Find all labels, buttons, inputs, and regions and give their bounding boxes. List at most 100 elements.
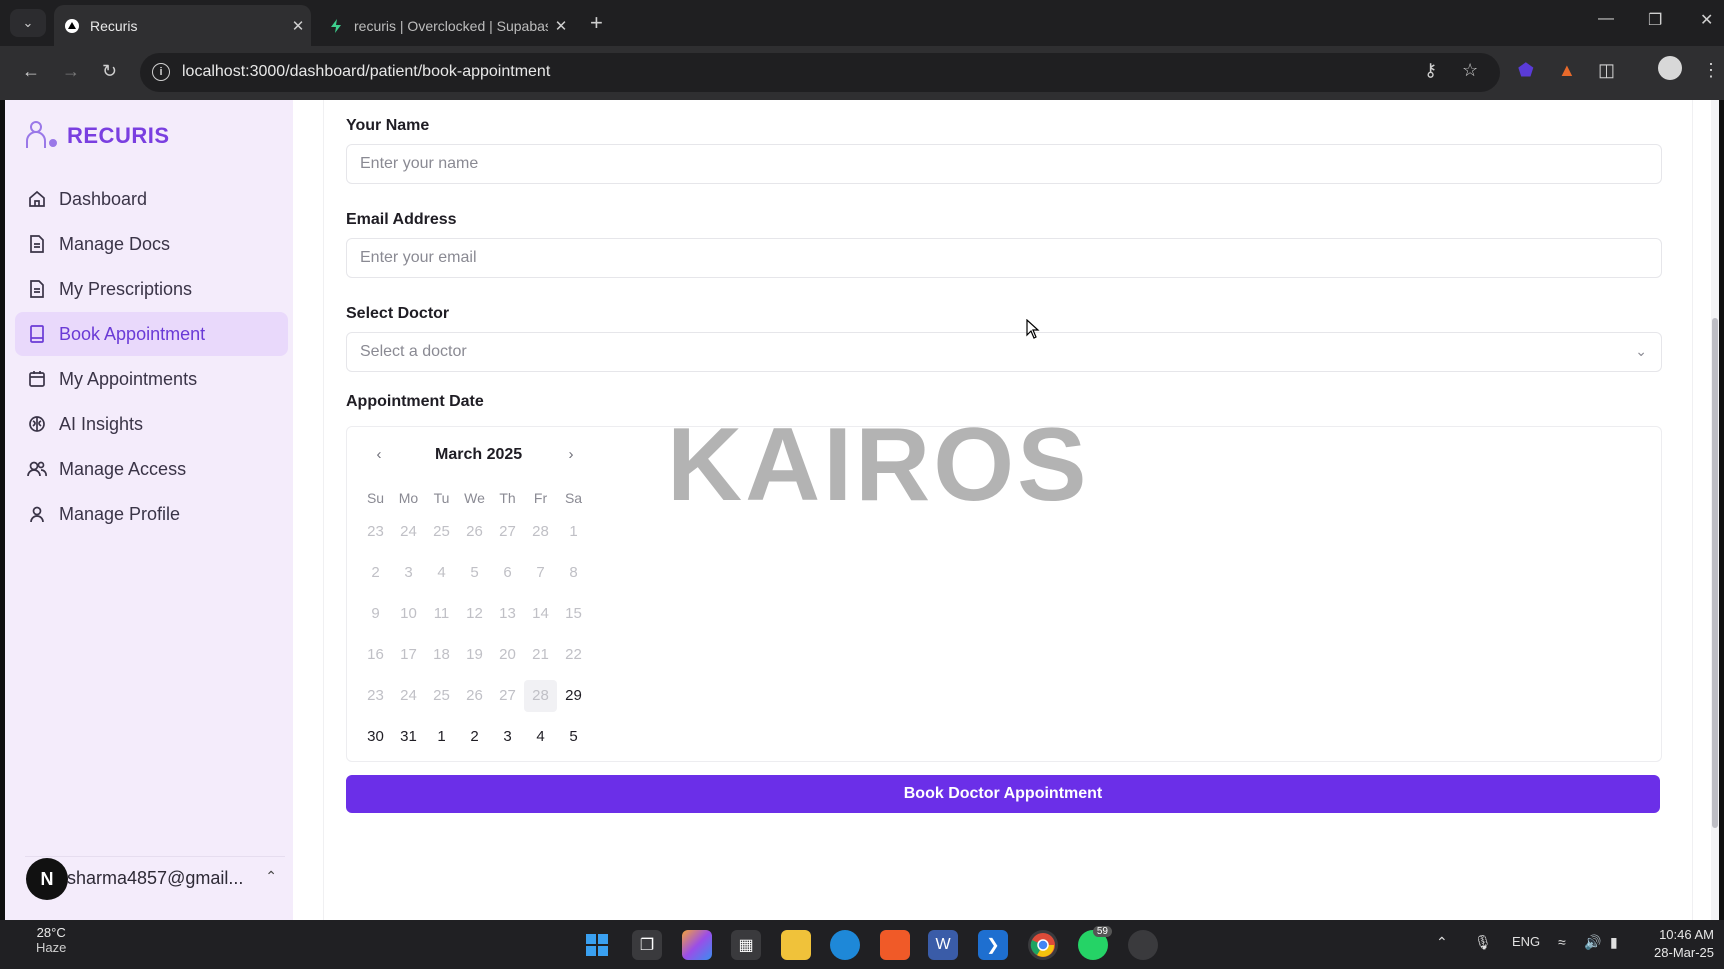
chatgpt-icon[interactable]: [1128, 930, 1158, 960]
restore-icon[interactable]: ❐: [1648, 10, 1662, 30]
profile-avatar-icon[interactable]: [1658, 56, 1682, 80]
scrollbar-thumb[interactable]: [1712, 318, 1718, 828]
volume-icon[interactable]: 🔊: [1584, 934, 1601, 951]
email-input[interactable]: Enter your email: [346, 238, 1662, 278]
chrome-icon[interactable]: [1028, 930, 1058, 960]
scrollbar[interactable]: [1711, 100, 1719, 920]
calendar-day: 4: [437, 564, 446, 581]
doctor-select[interactable]: Select a doctor ⌄: [346, 332, 1662, 372]
new-tab-icon[interactable]: +: [590, 12, 603, 34]
forward-arrow-icon[interactable]: →: [62, 62, 80, 80]
calendar-week-row: 16 17 18 19 20 21 22: [359, 634, 590, 675]
browser-menu-icon[interactable]: ⋮: [1702, 60, 1720, 81]
browser-tab-bar: ⌄ Recuris ✕ recuris | Overclocked | Supa…: [0, 0, 1724, 46]
calendar-day: 27: [499, 687, 516, 704]
brave-browser-icon[interactable]: [880, 930, 910, 960]
sidebar-item-ai-insights[interactable]: AI Insights: [15, 402, 288, 446]
show-hidden-icons-chevron-icon[interactable]: ⌃: [1436, 934, 1448, 951]
windows-start-icon[interactable]: [582, 930, 612, 960]
email-label: Email Address: [346, 211, 457, 228]
previous-month-icon[interactable]: ‹: [369, 445, 389, 465]
minimize-icon[interactable]: —: [1598, 10, 1614, 28]
extensions-puzzle-icon[interactable]: ◫: [1598, 60, 1615, 81]
calendar-day: 27: [499, 523, 516, 540]
close-tab-icon[interactable]: ✕: [548, 17, 574, 35]
sidebar-item-dashboard[interactable]: Dashboard: [15, 177, 288, 221]
task-view-icon[interactable]: ❐: [632, 930, 662, 960]
battery-icon[interactable]: ▮: [1610, 934, 1618, 951]
browser-tab-recuris[interactable]: Recuris ✕: [54, 5, 311, 46]
calendar-day: 7: [536, 564, 545, 581]
file-explorer-icon[interactable]: [781, 930, 811, 960]
name-input[interactable]: Enter your name: [346, 144, 1662, 184]
vscode-icon[interactable]: ❯: [978, 930, 1008, 960]
edge-browser-icon[interactable]: [830, 930, 860, 960]
address-bar[interactable]: i localhost:3000/dashboard/patient/book-…: [140, 53, 1500, 92]
doctor-label: Select Doctor: [346, 305, 450, 322]
wifi-icon[interactable]: ≈: [1558, 934, 1566, 950]
clock-date: 28-Mar-25: [1654, 945, 1714, 960]
weather-temperature: 28°C: [36, 925, 66, 940]
browser-tab-supabase[interactable]: recuris | Overclocked | Supabas ✕: [318, 5, 574, 46]
window-close-icon[interactable]: ✕: [1700, 10, 1713, 30]
sidebar-item-my-appointments[interactable]: My Appointments: [15, 357, 288, 401]
reload-icon[interactable]: ↻: [102, 62, 117, 80]
calendar-day: 23: [367, 687, 384, 704]
store-icon[interactable]: ▦: [731, 930, 761, 960]
browser-toolbar: ← → ↻ i localhost:3000/dashboard/patient…: [0, 46, 1724, 100]
calendar-day[interactable]: 5: [557, 728, 590, 745]
calendar-day: 3: [404, 564, 413, 581]
chevron-up-icon[interactable]: ⌃: [265, 868, 277, 885]
watermark: KAIROS: [667, 407, 1090, 523]
word-icon[interactable]: W: [928, 930, 958, 960]
calendar-day[interactable]: 4: [524, 728, 557, 745]
calendar-weekday: Tu: [433, 490, 450, 506]
calendar-day: 22: [565, 646, 582, 663]
book-icon: [26, 323, 48, 345]
sidebar-item-manage-access[interactable]: Manage Access: [15, 447, 288, 491]
whatsapp-icon[interactable]: 59: [1078, 926, 1112, 960]
sidebar-item-my-prescriptions[interactable]: My Prescriptions: [15, 267, 288, 311]
sidebar-item-manage-profile[interactable]: Manage Profile: [15, 492, 288, 536]
calendar-day: 10: [400, 605, 417, 622]
calendar-weekday-row: Su Mo Tu We Th Fr Sa: [359, 485, 590, 511]
microphone-icon[interactable]: 🎙: [1474, 934, 1492, 951]
sidebar-item-book-appointment[interactable]: Book Appointment: [15, 312, 288, 356]
sidebar-divider: [25, 856, 285, 857]
calendar-weekday: Mo: [398, 490, 419, 506]
bookmark-star-icon[interactable]: ☆: [1462, 60, 1478, 81]
extension-shield-icon[interactable]: ⬟: [1518, 60, 1534, 81]
calendar-icon: [26, 368, 48, 390]
tab-search-button[interactable]: ⌄: [10, 9, 46, 37]
copilot-icon[interactable]: [682, 930, 712, 960]
address-url[interactable]: localhost:3000/dashboard/patient/book-ap…: [182, 63, 550, 81]
vercel-triangle-icon: [64, 18, 80, 34]
calendar-day[interactable]: 31: [392, 728, 425, 745]
language-indicator[interactable]: ENG: [1512, 934, 1540, 949]
close-tab-icon[interactable]: ✕: [285, 17, 311, 35]
calendar-day: 24: [400, 523, 417, 540]
password-key-icon[interactable]: ⚷: [1424, 60, 1437, 81]
calendar-day[interactable]: 29: [557, 687, 590, 704]
site-info-icon[interactable]: i: [152, 63, 170, 81]
calendar-day: 1: [569, 523, 578, 540]
weather-widget[interactable]: 28°C Haze: [36, 925, 66, 955]
weather-condition: Haze: [36, 940, 67, 955]
calendar-day[interactable]: 30: [359, 728, 392, 745]
calendar-day[interactable]: 2: [458, 728, 491, 745]
supabase-bolt-icon: [328, 18, 344, 34]
back-arrow-icon[interactable]: ←: [22, 62, 40, 80]
email-placeholder: Enter your email: [360, 249, 477, 266]
calendar-day: 6: [503, 564, 512, 581]
next-month-icon[interactable]: ›: [561, 445, 581, 465]
brand[interactable]: RECURIS: [23, 118, 170, 154]
avatar[interactable]: N: [26, 858, 68, 900]
calendar-day[interactable]: 1: [425, 728, 458, 745]
book-appointment-button[interactable]: Book Doctor Appointment: [346, 775, 1660, 813]
system-clock[interactable]: 10:46 AM 28-Mar-25: [1654, 926, 1714, 962]
calendar-day: 26: [466, 523, 483, 540]
calendar-day: 18: [433, 646, 450, 663]
sidebar-item-manage-docs[interactable]: Manage Docs: [15, 222, 288, 266]
extension-fox-icon[interactable]: ▲: [1558, 60, 1576, 81]
calendar-day[interactable]: 3: [491, 728, 524, 745]
